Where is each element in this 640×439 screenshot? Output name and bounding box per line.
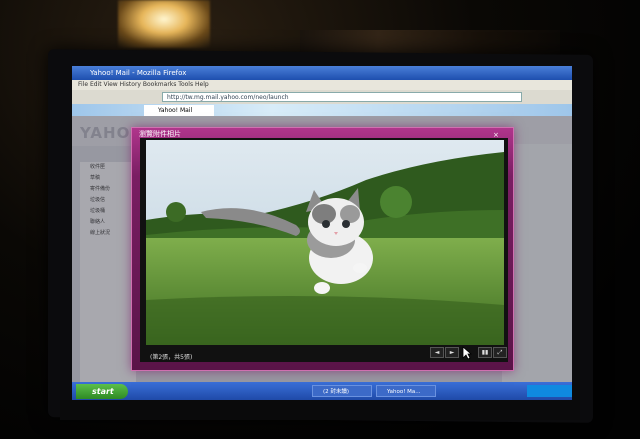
monitor-bottom-bezel <box>60 400 580 420</box>
start-button[interactable]: start <box>76 384 128 399</box>
menu-bar[interactable]: File Edit View History Bookmarks Tools H… <box>72 80 572 90</box>
window-title: Yahoo! Mail - Mozilla Firefox <box>72 66 572 80</box>
lamp-glow <box>118 0 210 48</box>
prev-icon[interactable]: ◄ <box>430 347 444 358</box>
taskbar-item[interactable]: (2 封未讀) <box>312 385 372 397</box>
kitten-photo <box>146 140 504 345</box>
url-bar[interactable]: http://tw.mg.mail.yahoo.com/neo/launch <box>162 92 522 102</box>
tab-yahoo-mail[interactable]: Yahoo! Mail <box>144 105 214 116</box>
next-icon[interactable]: ► <box>445 347 459 358</box>
pause-icon[interactable]: ▮▮ <box>478 347 492 358</box>
fullscreen-icon[interactable]: ⤢ <box>493 347 507 358</box>
mouse-cursor-icon <box>462 346 472 360</box>
system-tray <box>527 385 572 397</box>
photo-caption: (第2張，共5張) <box>150 354 193 361</box>
taskbar-item[interactable]: Yahoo! Ma... <box>376 385 436 397</box>
